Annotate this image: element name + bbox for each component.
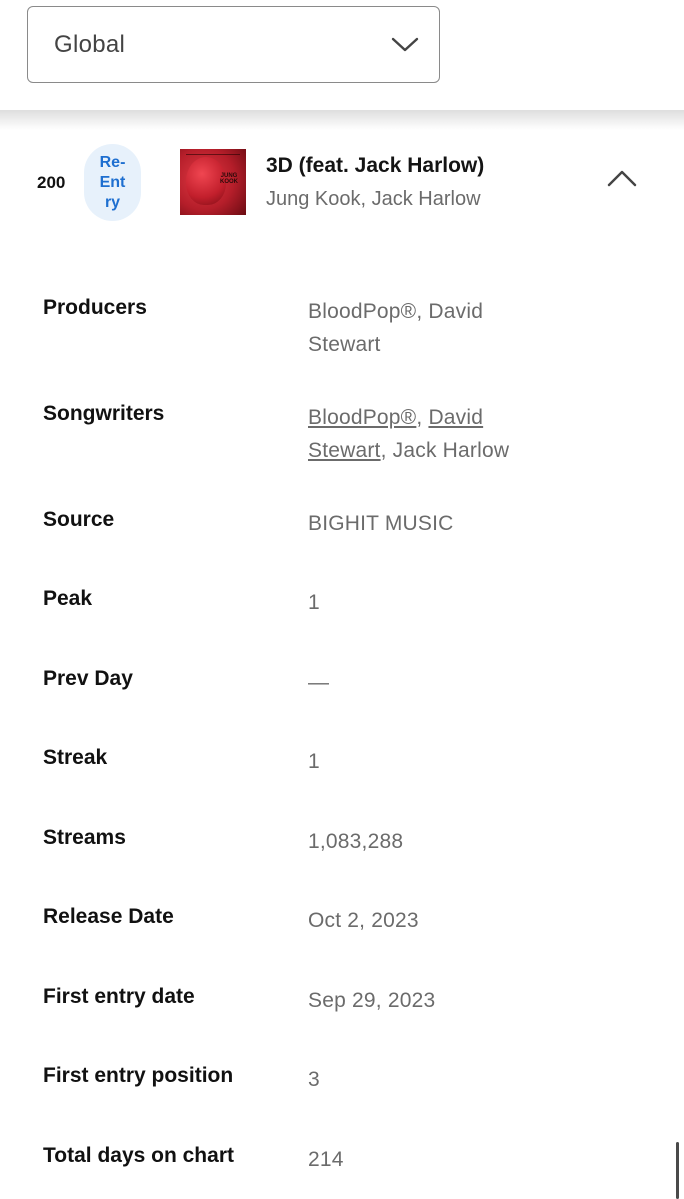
detail-value: 1 — [308, 750, 320, 773]
detail-value: 3 — [308, 1068, 320, 1091]
cover-text: JUNG KOOK — [220, 173, 238, 185]
detail-label: Total days on chart — [43, 1144, 234, 1167]
detail-value: Oct 2, 2023 — [308, 909, 419, 932]
track-row[interactable]: 200 Re- Ent ry JUNG KOOK 3D (feat. Jack … — [0, 138, 684, 228]
detail-value: BloodPop®, David Stewart, Jack Harlow — [308, 401, 558, 467]
detail-label: Source — [43, 508, 115, 531]
songwriter-link-bloodpop[interactable]: BloodPop® — [308, 406, 416, 429]
header-shadow — [0, 110, 684, 130]
detail-value: BloodPop®, David Stewart — [308, 300, 484, 356]
detail-label: Release Date — [43, 905, 174, 928]
chevron-up-icon — [607, 169, 637, 192]
top-area: Global — [0, 0, 684, 112]
chevron-down-icon — [391, 37, 419, 53]
cover-line — [186, 154, 240, 155]
collapse-button[interactable] — [604, 167, 640, 193]
detail-value: 1,083,288 — [308, 830, 404, 853]
badge-line-3: ry — [104, 193, 121, 211]
detail-value: Sep 29, 2023 — [308, 989, 436, 1012]
track-title: 3D (feat. Jack Harlow) — [266, 154, 485, 177]
region-select[interactable]: Global — [27, 6, 440, 83]
separator: , — [416, 406, 429, 429]
detail-value: BIGHIT MUSIC — [308, 512, 454, 535]
detail-value: 1 — [308, 591, 320, 614]
badge-line-2: Ent — [99, 173, 126, 191]
album-cover: JUNG KOOK — [180, 149, 246, 215]
scrollbar[interactable] — [676, 1142, 679, 1199]
track-rank: 200 — [37, 173, 66, 192]
separator: , — [380, 439, 393, 462]
detail-label: Prev Day — [43, 667, 133, 690]
detail-label: Streams — [43, 826, 126, 849]
re-entry-badge: Re- Ent ry — [84, 144, 141, 221]
detail-label: Producers — [43, 296, 147, 319]
detail-label: Peak — [43, 587, 93, 610]
badge-line-1: Re- — [99, 153, 126, 171]
detail-value: 214 — [308, 1148, 344, 1171]
detail-label: Streak — [43, 746, 108, 769]
songwriter-jack-harlow: Jack Harlow — [392, 439, 510, 462]
detail-value: — — [308, 671, 330, 694]
track-artists: Jung Kook, Jack Harlow — [266, 188, 481, 210]
detail-label: First entry date — [43, 985, 195, 1008]
detail-label: Songwriters — [43, 402, 165, 425]
region-select-value: Global — [54, 30, 126, 58]
detail-label: First entry position — [43, 1064, 234, 1087]
